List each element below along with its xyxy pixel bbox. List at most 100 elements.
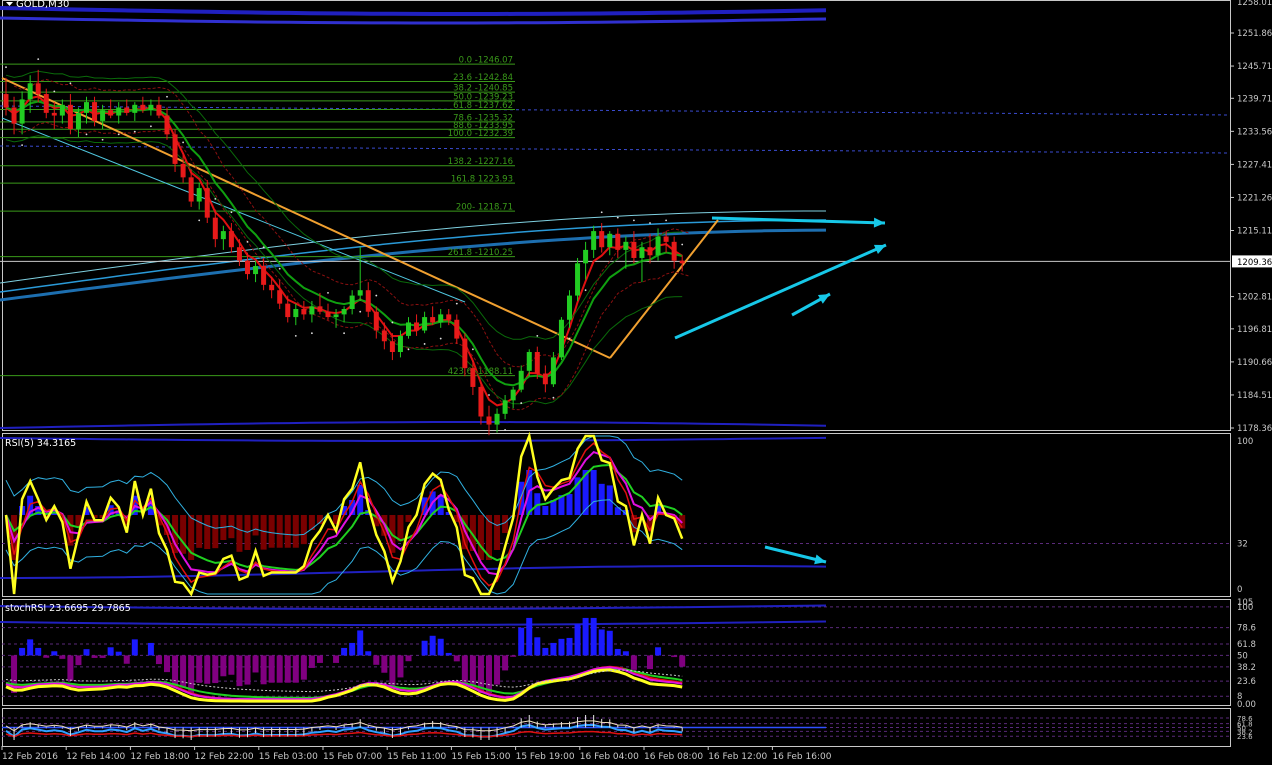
sar-dot — [327, 291, 329, 294]
stoch-histogram-bar — [147, 642, 154, 656]
rsi-histogram-bar — [405, 515, 412, 522]
fibo-label: 61.8 -1237.62 — [453, 101, 513, 111]
rsi-histogram-bar — [260, 515, 267, 550]
fibo-label: 261.8 -1210.25 — [448, 248, 513, 258]
stoch-histogram-bar — [244, 655, 251, 685]
candle — [542, 373, 548, 385]
price-label: 1190.66 — [1237, 358, 1272, 368]
candle — [108, 110, 114, 116]
sar-dot — [375, 294, 378, 297]
rsi-histogram-bar — [268, 515, 275, 548]
candle — [59, 104, 65, 116]
sar-dot — [600, 211, 603, 214]
trading-chart[interactable]: 0.0 -1246.0723.6 -1242.8438.2 -1240.8550… — [0, 0, 1272, 765]
candle — [156, 104, 162, 116]
stoch-axis-label: 61.8 — [1237, 640, 1256, 650]
sar-dot — [391, 321, 394, 324]
sar-dot — [53, 90, 56, 93]
candle — [188, 177, 194, 202]
stoch-histogram-bar — [397, 655, 404, 678]
candle — [100, 110, 106, 121]
window-title[interactable]: GOLD,M30 — [6, 0, 69, 10]
stoch-histogram-bar — [502, 655, 509, 671]
fibo-label: 200- 1218.71 — [456, 203, 513, 213]
time-label: 15 Feb 03:00 — [259, 752, 318, 762]
candle — [196, 188, 202, 202]
sar-dot — [633, 219, 635, 222]
candle — [75, 112, 81, 129]
candle — [148, 104, 154, 111]
stoch-axis-label: 78.6 — [1237, 624, 1256, 634]
sar-dot — [407, 348, 410, 351]
price-label: 1239.71 — [1237, 94, 1272, 104]
stoch-histogram-bar — [188, 655, 195, 693]
chart-background — [0, 0, 1272, 765]
stoch-histogram-bar — [679, 655, 686, 667]
stoch-histogram-bar — [421, 640, 428, 656]
stoch-histogram-bar — [381, 655, 388, 673]
candle — [132, 104, 138, 113]
sar-dot — [262, 246, 265, 249]
stoch-histogram-bar — [405, 655, 412, 662]
price-label: 1196.81 — [1237, 325, 1272, 335]
candle — [293, 309, 299, 318]
stoch-histogram-bar — [373, 655, 380, 665]
candle — [389, 341, 395, 353]
candle — [180, 163, 186, 178]
stoch-histogram-bar — [671, 655, 678, 658]
stoch-histogram-bar — [429, 635, 436, 656]
candle — [84, 102, 89, 113]
candle — [414, 322, 420, 331]
candle — [116, 107, 122, 116]
sar-dot — [117, 133, 120, 136]
sar-dot — [182, 141, 185, 144]
stoch-histogram-bar — [196, 655, 203, 683]
stoch-histogram-bar — [252, 655, 259, 673]
candle — [406, 322, 411, 336]
stoch-histogram-bar — [534, 637, 541, 656]
stoch-histogram-bar — [445, 652, 452, 656]
candle — [325, 311, 331, 318]
bottom-axis-label: 23.6 — [1237, 733, 1253, 741]
candle — [486, 416, 492, 425]
rsi-axis-label: 0 — [1237, 585, 1242, 595]
candle — [301, 309, 307, 315]
price-label: 1233.56 — [1237, 127, 1272, 137]
stoch-histogram-bar — [99, 655, 106, 658]
rsi-histogram-bar — [566, 494, 573, 515]
candle — [172, 134, 178, 164]
stoch-histogram-bar — [172, 655, 179, 688]
current-price-label: 1209.36 — [1237, 258, 1272, 268]
candle — [11, 107, 17, 124]
stoch-histogram-bar — [469, 655, 476, 686]
price-label: 1221.26 — [1237, 193, 1272, 203]
stoch-histogram-bar — [284, 655, 291, 683]
candle — [631, 241, 637, 258]
candle — [591, 231, 597, 250]
stoch-histogram-bar — [566, 637, 573, 656]
candle — [446, 314, 452, 320]
candle — [438, 314, 444, 323]
rsi-histogram-bar — [300, 515, 307, 545]
candle — [253, 266, 259, 275]
fibo-label: 23.6 -1242.84 — [453, 73, 513, 83]
stoch-histogram-bar — [164, 655, 170, 673]
candle — [204, 188, 210, 218]
price-label: 1227.41 — [1237, 160, 1272, 170]
candle — [607, 233, 613, 248]
rsi-panel-title: RSI(5) 34.3165 — [5, 438, 76, 449]
sar-dot — [246, 240, 249, 243]
candle — [454, 319, 460, 339]
candle — [462, 338, 468, 369]
sar-dot — [294, 334, 297, 337]
stoch-histogram-bar — [51, 651, 58, 656]
fibo-label: 0.0 -1246.07 — [459, 56, 513, 66]
stoch-histogram-bar — [276, 655, 283, 683]
stoch-histogram-bar — [606, 630, 613, 656]
candle — [333, 314, 339, 318]
candle — [341, 309, 347, 315]
candle — [494, 413, 500, 425]
sar-dot — [5, 66, 7, 69]
time-label: 16 Feb 04:00 — [580, 752, 639, 762]
stoch-axis-label: 0.00 — [1237, 700, 1256, 710]
